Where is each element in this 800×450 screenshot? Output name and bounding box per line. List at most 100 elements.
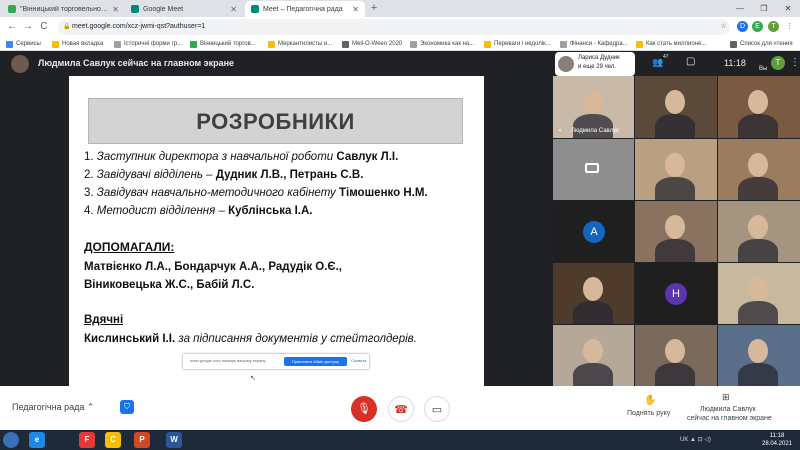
pinned-participant-card[interactable]: Лариса Дудник и еще 29 чел. [555, 52, 635, 76]
slide-title: РОЗРОБНИКИ [196, 109, 355, 134]
bookmark-item[interactable]: Экономика как на... [410, 39, 474, 49]
participant-video [573, 363, 613, 386]
bookmark-item[interactable]: Меркантилисты и... [268, 39, 332, 49]
participant-tile[interactable] [635, 139, 717, 200]
participant-video [583, 90, 603, 114]
bookmark-item[interactable]: Новая вкладка [52, 39, 103, 49]
start-button[interactable] [3, 432, 19, 448]
stop-sharing-button[interactable]: Припинити обмін доступу [284, 357, 347, 366]
presenter-label[interactable]: Людмила Савлук [700, 406, 756, 413]
meeting-time: 11:18 [724, 58, 746, 68]
folder-icon [484, 40, 491, 48]
participant-tile[interactable] [718, 201, 800, 262]
presenting-status: Людмила Савлук сейчас на главном экране [38, 58, 235, 68]
new-tab-button[interactable]: + [368, 2, 380, 14]
folder-icon [636, 40, 643, 48]
back-button[interactable]: ← [6, 21, 18, 33]
bookmark-item[interactable]: Mell-O-Ween 2020 [342, 39, 402, 49]
participant-more: и еще 29 чел. [578, 64, 617, 70]
participant-video [738, 239, 778, 262]
meet-icon [251, 5, 259, 13]
taskbar-app-icon[interactable]: W [166, 432, 182, 448]
camera-button[interactable]: ▭ [424, 396, 450, 422]
people-icon[interactable]: 👥 [652, 57, 663, 68]
minimize-button[interactable]: — [728, 0, 752, 17]
taskbar-app-icon[interactable]: C [105, 432, 121, 448]
raise-hand-icon[interactable]: ✋ [644, 395, 656, 406]
site-icon [190, 40, 197, 48]
maximize-button[interactable]: ❐ [752, 0, 776, 17]
participant-name: Лариса Дудник [578, 55, 620, 61]
taskbar-app-icon[interactable]: e [29, 432, 45, 448]
helped-line: Віниковецька Ж.С., Бабій Л.С. [84, 279, 255, 291]
participant-tile[interactable] [553, 263, 634, 324]
star-icon[interactable]: ☆ [718, 21, 729, 32]
more-options-icon[interactable]: ⋮ [790, 57, 800, 68]
participant-tile[interactable]: H [635, 263, 717, 324]
presenter-status-label[interactable]: сейчас на главном экране [687, 415, 772, 422]
participant-tile[interactable] [718, 263, 800, 324]
screen-share-notice: meet.google.com показує вашому екрану. П… [183, 354, 369, 369]
page-icon [342, 40, 349, 48]
taskbar-clock[interactable]: 11:18 28.04.2021 [762, 432, 792, 448]
participant-video [748, 90, 768, 114]
participant-tile[interactable] [718, 325, 800, 386]
participant-video [738, 363, 778, 386]
hang-up-button[interactable]: ☎ [388, 396, 414, 422]
bookmark-item[interactable]: Переваги і недолік... [484, 39, 551, 49]
browser-menu-icon[interactable]: ⋮ [784, 21, 795, 32]
meeting-title[interactable]: Педагогічна рада ⌃ [12, 402, 94, 413]
close-window-button[interactable]: ✕ [776, 0, 800, 17]
hide-notice-button[interactable]: Сховати [351, 358, 366, 363]
participant-tile[interactable] [553, 139, 634, 200]
close-tab-icon[interactable]: ✕ [352, 5, 359, 14]
bookmark-item[interactable]: Как стать миллионе... [636, 39, 706, 49]
participant-tile[interactable] [718, 76, 800, 138]
taskbar-app-icon[interactable]: P [134, 432, 150, 448]
participant-video [665, 153, 685, 177]
shield-icon[interactable]: ⛉ [120, 400, 134, 414]
bookmark-item[interactable]: Історичні форми гр... [114, 39, 182, 49]
avatar: A [583, 221, 605, 243]
reload-button[interactable]: C [38, 21, 50, 33]
taskbar-app-icon[interactable]: F [79, 432, 95, 448]
forward-button[interactable]: → [22, 21, 34, 33]
participant-video [665, 215, 685, 239]
participant-tile[interactable]: A [553, 201, 634, 262]
extension-icon[interactable]: D [737, 21, 748, 32]
participant-tile[interactable] [635, 76, 717, 138]
close-tab-icon[interactable]: ✕ [230, 5, 237, 14]
developer-line: 2. Завідувачі відділень – Дудник Л.В., П… [84, 169, 364, 181]
participant-tile[interactable] [635, 201, 717, 262]
browser-tab-meet-active[interactable]: Meet – Педагогічна рада ✕ [245, 1, 365, 17]
participant-video [583, 339, 603, 363]
browser-tab-college[interactable]: "Вінницький торговельно-економ... ✕ [2, 1, 125, 17]
bookmark-item[interactable]: Вінницький торгов... [190, 39, 256, 49]
participant-tile[interactable] [635, 325, 717, 386]
participant-tile[interactable]: ◖ Людмила Савлук [553, 76, 634, 138]
you-label: Вы [759, 66, 768, 72]
speaker-icon: ◖ [558, 128, 562, 134]
close-tab-icon[interactable]: ✕ [112, 5, 119, 14]
developer-line: 1. Заступник директора з навчальної робо… [84, 151, 399, 163]
bookmark-item[interactable]: Сервисы [6, 39, 41, 49]
present-icon[interactable]: ⊞ [722, 392, 730, 403]
bookmark-item[interactable]: Фінанси - Кафедра... [560, 39, 628, 49]
participant-video [573, 301, 613, 324]
user-avatar[interactable]: T [771, 56, 785, 70]
microphone-off-button[interactable]: 🎙 [351, 396, 377, 422]
participant-tile[interactable] [718, 139, 800, 200]
browser-tab-google-meet[interactable]: Google Meet ✕ [125, 1, 243, 17]
reading-list[interactable]: Список для чтения [730, 39, 793, 49]
people-count: 47 [663, 54, 669, 60]
thanks-heading: Вдячні [84, 314, 124, 326]
chat-icon[interactable]: ▢ [686, 56, 695, 67]
participant-video [748, 153, 768, 177]
profile-avatar[interactable]: T [768, 21, 779, 32]
site-icon [8, 5, 16, 13]
system-tray[interactable]: UK ▲ ⊡ ◁) [680, 436, 711, 443]
raise-hand-button[interactable]: Поднять руку [627, 410, 670, 417]
address-bar[interactable]: 🔒 meet.google.com/xcz-jwmi-qst?authuser=… [58, 19, 730, 35]
extension-icon[interactable]: E [752, 21, 763, 32]
participant-tile[interactable] [553, 325, 634, 386]
